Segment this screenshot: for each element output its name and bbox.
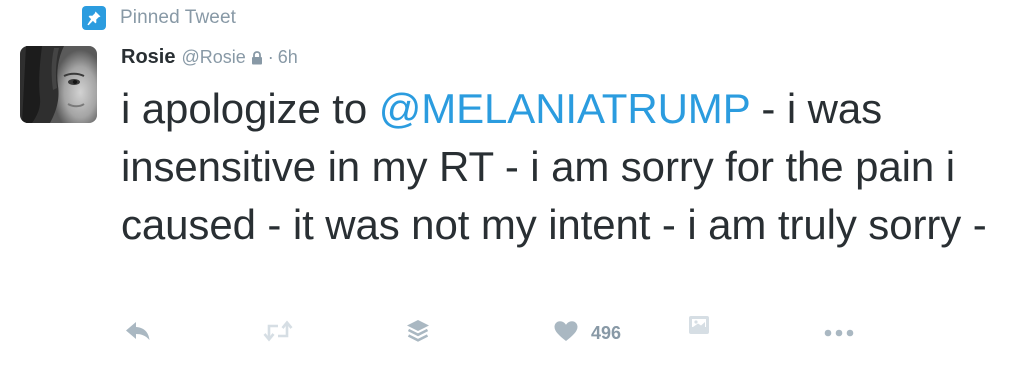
lock-icon [251,51,263,70]
pinned-indicator: Pinned Tweet [82,6,236,30]
tweet-text: i apologize to @MELANIATRUMP - i was ins… [121,80,1011,254]
pinned-label: Pinned Tweet [120,7,236,28]
buffer-stack-icon [405,319,431,348]
extension-button[interactable] [688,306,710,348]
tweet-text-before: i apologize to [121,85,379,132]
tweet-header: Rosie @Rosie · 6h [121,46,298,72]
reply-button[interactable] [124,312,152,354]
heart-icon [553,320,579,347]
tweet-timestamp[interactable]: 6h [278,47,298,68]
retweet-button [263,312,293,354]
gallery-icon [688,315,710,340]
author-name[interactable]: Rosie [121,46,175,69]
like-count: 496 [591,322,622,343]
tweet-actions: 496 [0,312,1024,354]
buffer-button[interactable] [405,312,431,354]
like-button[interactable]: 496 [553,312,621,354]
more-dots-icon [824,324,854,342]
more-button[interactable] [824,312,854,354]
time-separator: · [267,47,274,67]
mention-link[interactable]: @MELANIATRUMP [379,85,750,132]
tweet: Pinned Tweet Rosie @Rosie · 6h i apologi… [0,0,1024,368]
retweet-icon [263,319,293,347]
reply-icon [124,320,152,347]
pin-icon [82,6,106,30]
author-handle[interactable]: @Rosie [181,47,245,68]
avatar[interactable] [20,46,97,123]
